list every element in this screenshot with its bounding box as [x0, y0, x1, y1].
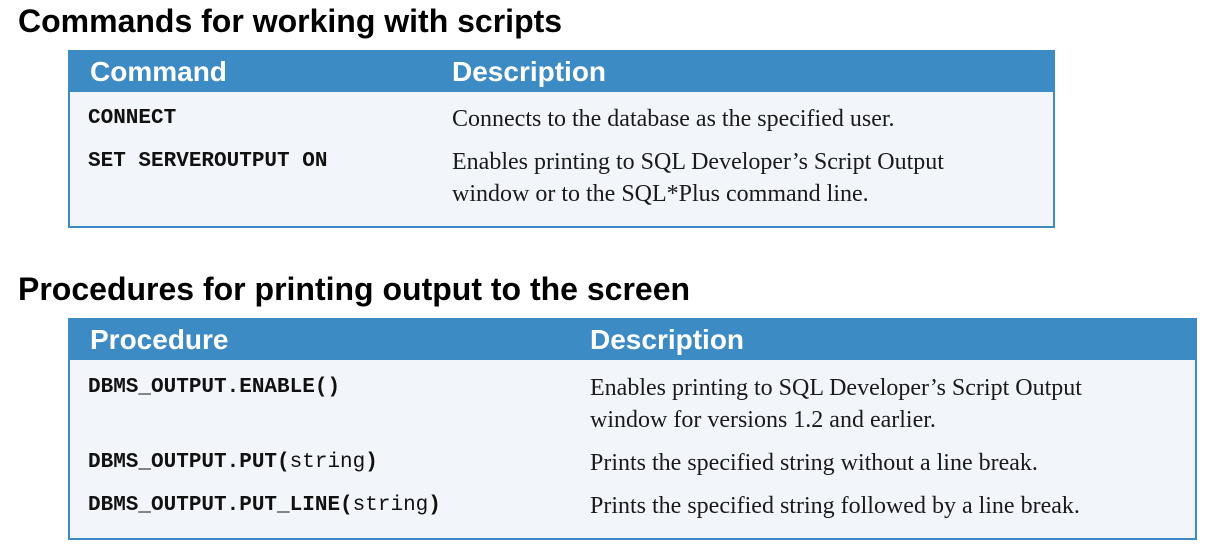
command-name: SET SERVEROUTPUT ON	[88, 150, 328, 173]
table-row: DBMS_OUTPUT.PUT(string) Prints the speci…	[70, 447, 1195, 479]
procedures-table-header: Procedure Description	[70, 320, 1195, 360]
table-row: DBMS_OUTPUT.PUT_LINE(string) Prints the …	[70, 490, 1195, 522]
table-row: SET SERVEROUTPUT ON Enables printing to …	[70, 146, 1053, 210]
procedure-name: DBMS_OUTPUT.ENABLE()	[88, 376, 341, 399]
column-header-command: Command	[90, 56, 227, 87]
column-header-description: Description	[590, 324, 745, 355]
procedure-name: DBMS_OUTPUT.PUT(string)	[88, 451, 378, 474]
table-row: DBMS_OUTPUT.ENABLE() Enables printing to…	[70, 372, 1195, 436]
column-header-procedure: Procedure	[90, 324, 229, 355]
command-name: CONNECT	[88, 107, 177, 130]
commands-table: Command Description CONNECT Connects to …	[68, 50, 1055, 228]
procedures-table: Procedure Description DBMS_OUTPUT.ENABLE…	[68, 318, 1197, 540]
section-title-commands: Commands for working with scripts	[18, 3, 563, 39]
section-title-procedures: Procedures for printing output to the sc…	[18, 271, 691, 307]
table-row: CONNECT Connects to the database as the …	[70, 103, 1053, 135]
column-header-description: Description	[452, 56, 607, 87]
command-description: Connects to the database as the specifie…	[452, 106, 895, 132]
procedure-description: Prints the specified string without a li…	[590, 450, 1038, 476]
procedure-description: Prints the specified string followed by …	[590, 493, 1080, 519]
procedure-name: DBMS_OUTPUT.PUT_LINE(string)	[88, 494, 441, 517]
commands-table-header: Command Description	[70, 52, 1053, 92]
command-description: Enables printing to SQL Developer’s Scri…	[452, 149, 944, 207]
procedure-description: Enables printing to SQL Developer’s Scri…	[590, 375, 1082, 433]
